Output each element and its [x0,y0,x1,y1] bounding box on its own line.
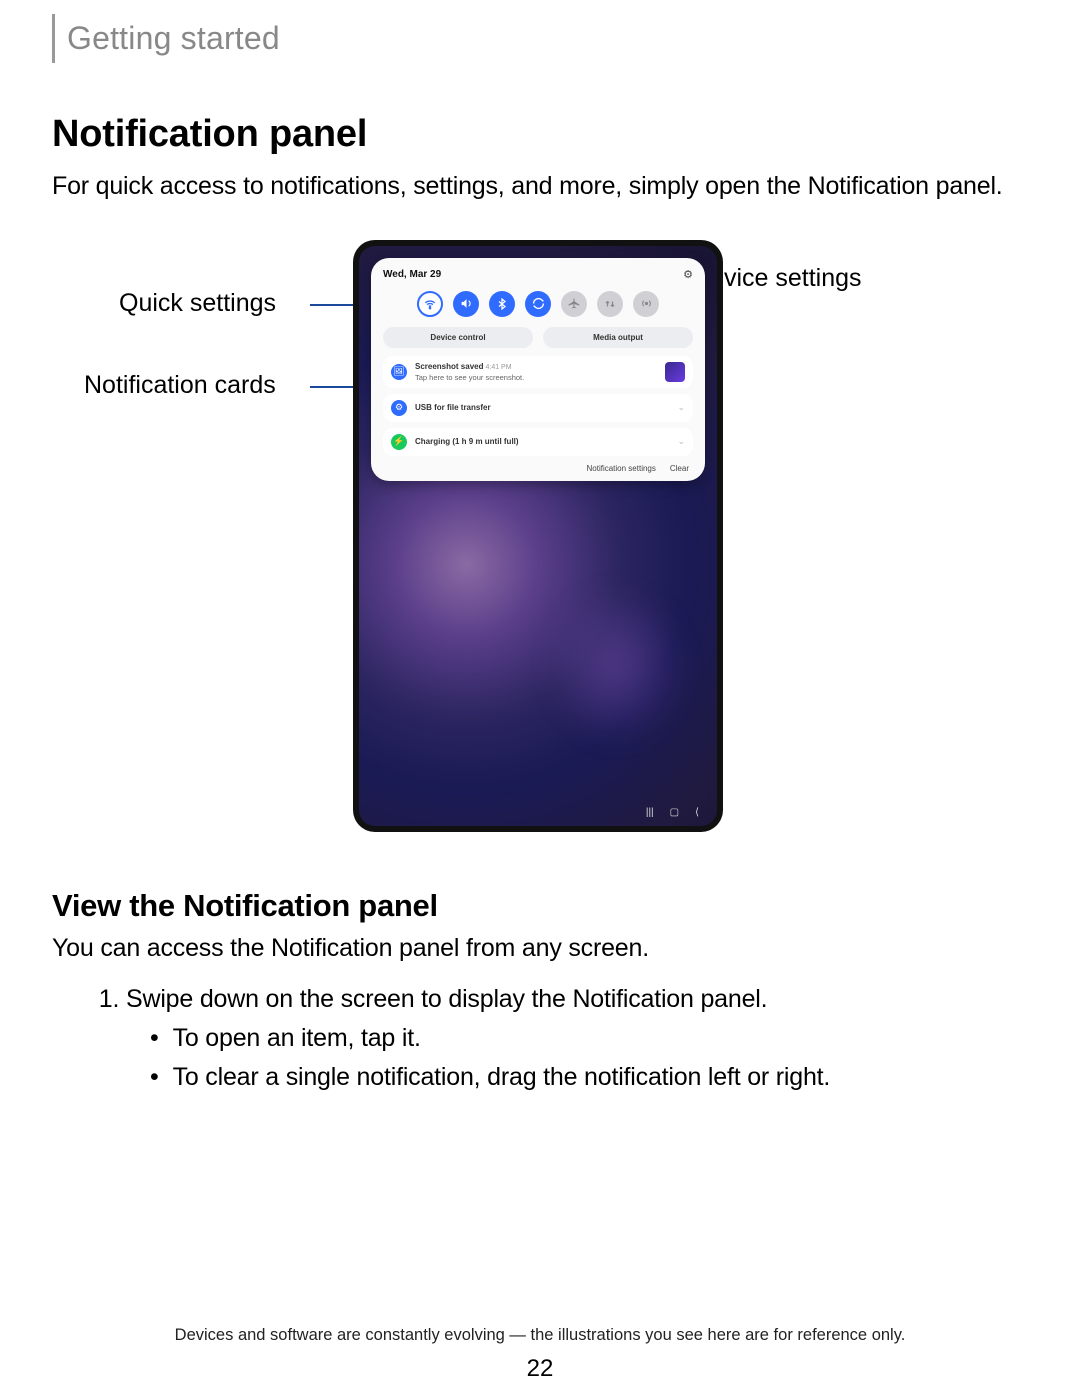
notification-settings-link[interactable]: Notification settings [587,464,656,473]
media-output-pill[interactable]: Media output [543,327,693,348]
airplane-icon[interactable] [561,291,587,317]
wifi-icon[interactable] [417,291,443,317]
clear-link[interactable]: Clear [670,464,689,473]
sound-icon[interactable] [453,291,479,317]
breadcrumb-text: Getting started [67,20,1024,57]
figure-area: Quick settings Notification cards Device… [52,240,1024,860]
card-text: Screenshot saved4:41 PM Tap here to see … [415,362,657,382]
quick-settings-row [383,291,693,317]
screenshot-thumb [665,362,685,382]
bluetooth-icon[interactable] [489,291,515,317]
chevron-down-icon: ⌄ [677,402,685,413]
footer-note: Devices and software are constantly evol… [0,1326,1080,1345]
notification-panel: Wed, Mar 29 ⚙ Device control [371,258,705,481]
page-title: Notification panel [52,113,1024,156]
breadcrumb: Getting started [52,14,1024,63]
callout-quick-settings: Quick settings [119,289,276,318]
pill-row: Device control Media output [383,327,693,348]
bullet-item: To open an item, tap it. [150,1024,1024,1053]
intro-paragraph: For quick access to notifications, setti… [52,170,1024,204]
chevron-down-icon: ⌄ [677,436,685,447]
rotation-icon[interactable] [525,291,551,317]
tablet-frame: Wed, Mar 29 ⚙ Device control [353,240,723,832]
panel-header: Wed, Mar 29 ⚙ [383,268,693,281]
subheading: View the Notification panel [52,888,1024,924]
gear-icon[interactable]: ⚙ [683,268,693,281]
tablet-screen: Wed, Mar 29 ⚙ Device control [359,246,717,826]
recent-apps-icon[interactable]: ||| [646,807,654,818]
steps-list: Swipe down on the screen to display the … [52,985,1024,1092]
nav-bar: ||| ▢ ⟨ [646,807,699,818]
data-icon[interactable] [597,291,623,317]
bullet-list: To open an item, tap it. To clear a sing… [126,1024,1024,1092]
notification-card[interactable]: 🖼 Screenshot saved4:41 PM Tap here to se… [383,356,693,388]
step-item: Swipe down on the screen to display the … [126,985,1024,1092]
notification-card[interactable]: ⚡ Charging (1 h 9 m until full) ⌄ [383,428,693,456]
panel-actions: Notification settings Clear [383,462,693,473]
callout-notification-cards: Notification cards [84,371,276,400]
charging-icon: ⚡ [391,434,407,450]
step-text: Swipe down on the screen to display the … [126,985,767,1013]
page-number: 22 [0,1355,1080,1383]
card-text: USB for file transfer [415,403,669,413]
hotspot-icon[interactable] [633,291,659,317]
notification-card[interactable]: ⚙ USB for file transfer ⌄ [383,394,693,422]
device-control-pill[interactable]: Device control [383,327,533,348]
back-icon[interactable]: ⟨ [695,807,699,818]
screenshot-icon: 🖼 [391,364,407,380]
home-icon[interactable]: ▢ [670,807,679,818]
bullet-item: To clear a single notification, drag the… [150,1063,1024,1092]
card-text: Charging (1 h 9 m until full) [415,437,669,447]
panel-date: Wed, Mar 29 [383,269,441,280]
usb-icon: ⚙ [391,400,407,416]
sub-intro: You can access the Notification panel fr… [52,934,1024,963]
